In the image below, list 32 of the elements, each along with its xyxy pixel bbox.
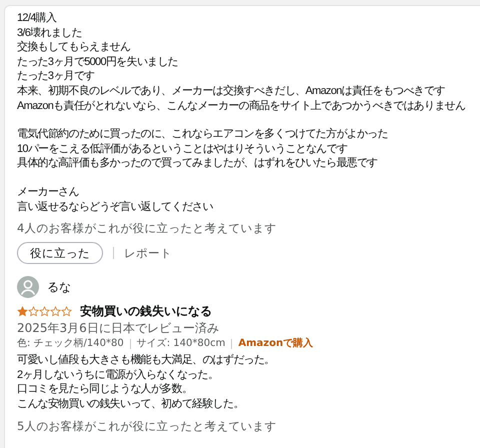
review-text-line: 可愛いし値段も大きさも機能も大満足、のはずだった。 <box>17 353 276 368</box>
review-text-line: こんな安物買いの銭失いって、初めて経験した。 <box>17 396 245 412</box>
review-text-line: 交換もしてもらえません <box>17 40 132 55</box>
empty-star-icon <box>39 306 50 317</box>
review-text-line: 3/6壊れました <box>17 26 83 40</box>
variant-info: 色: チェック柄/140*80 <box>17 336 124 352</box>
avatar-icon <box>17 276 39 298</box>
empty-star-icon <box>28 306 39 317</box>
helpful-button[interactable]: 役に立った <box>17 242 103 264</box>
empty-star-icon <box>61 306 72 317</box>
review-text-line: 口コミを見たら同じような人が多数。 <box>17 382 194 397</box>
review-text-line: 電気代節約のために買ったのに、これならエアコンを多くつけてた方がよかった <box>17 127 389 142</box>
helpful-count: 5人のお客様がこれが役に立ったと考えています <box>17 418 278 434</box>
review-text-line: 2ヶ月しないうちに電源が入らなくなった。 <box>17 368 220 382</box>
review-title: 安物買いの銭失いになる <box>80 303 212 320</box>
review-text-line: Amazonも責任がとれないなら、こんなメーカーの商品をサイト上であつかうべきではありません <box>17 98 466 114</box>
reviewer-name: るな <box>47 279 71 296</box>
review-text-line: 本来、初期不良のレベルであり、メーカーは交換すべきだし、Amazonは責任をもつべきです <box>17 84 446 99</box>
review-text-line: たった3ヶ月で5000円を失いました <box>17 54 179 70</box>
filled-star-icon <box>17 306 28 317</box>
variant-info: サイズ: 140*80cm <box>136 337 226 352</box>
helpful-count: 4人のお客様がこれが役に立ったと考えています <box>17 221 278 236</box>
empty-star-icon <box>50 306 61 317</box>
review-text-line: 10パーをこえる低評価があるということはやはりそういうことなんです <box>17 142 348 156</box>
review-text-line: たった3ヶ月です <box>17 69 96 84</box>
report-link[interactable]: レポート <box>124 244 172 262</box>
review-date: 2025年3月6日に日本でレビュー済み <box>17 321 220 336</box>
review-text-line: 12/4購入 <box>17 11 58 26</box>
review-text-line: 具体的な高評価も多かったので買ってみましたが、はずれをひいたら最悪です <box>17 156 379 171</box>
review-text-line: 言い返せるならどうぞ言い返してください <box>17 200 214 214</box>
review-text-line: メーカーさん <box>17 184 80 200</box>
purchase-label: Amazonで購入 <box>238 336 314 352</box>
